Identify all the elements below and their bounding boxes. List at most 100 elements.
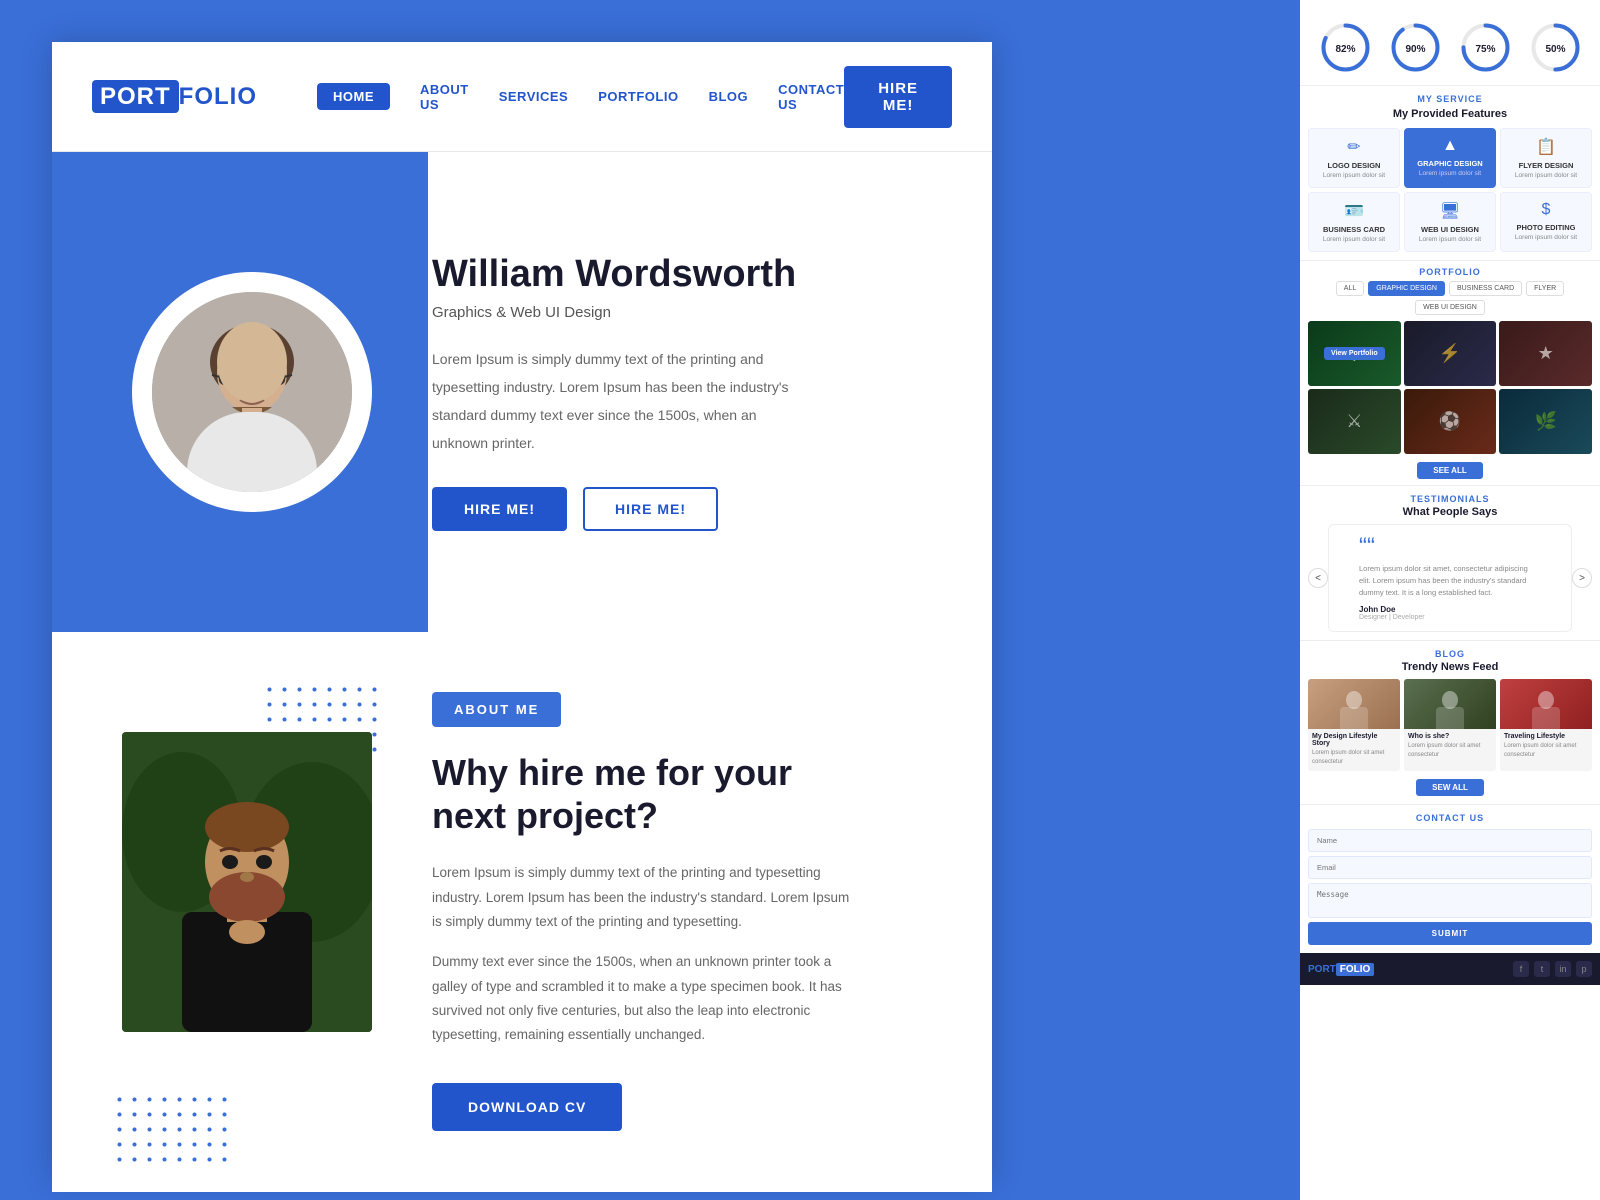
skill-circle-2: 90% (1388, 20, 1443, 75)
portfolio-icon-4: ⚔ (1346, 411, 1362, 432)
service-graphic-name: GRAPHIC DESIGN (1409, 159, 1491, 168)
about-me-badge: ABOUT ME (432, 692, 561, 727)
testimonial-quote-icon: ““ (1359, 535, 1541, 559)
contact-email-input[interactable] (1308, 856, 1592, 879)
blog-info-1: My Design Lifestyle Story Lorem ipsum do… (1308, 729, 1400, 771)
testimonial-author: John Doe (1359, 605, 1541, 614)
filter-web[interactable]: WEB UI DESIGN (1415, 300, 1485, 315)
about-section: ABOUT ME Why hire me for your next proje… (52, 632, 992, 1192)
portfolio-item-4: ⚔ (1308, 389, 1401, 454)
portfolio-section: PORTFOLIO ALL GRAPHIC DESIGN BUSINESS CA… (1300, 260, 1600, 485)
services-label: MY SERVICE (1308, 94, 1592, 104)
hire-me-outline-button[interactable]: HIRE ME! (583, 487, 718, 531)
hero-description: Lorem Ipsum is simply dummy text of the … (432, 345, 812, 457)
svg-text:75%: 75% (1475, 44, 1495, 55)
filter-biz-card[interactable]: BUSINESS CARD (1449, 281, 1522, 296)
blog-person-1 (1337, 679, 1372, 729)
blog-title: Trendy News Feed (1308, 661, 1592, 673)
nav-services[interactable]: SERVICES (499, 89, 569, 104)
social-pinterest-icon[interactable]: p (1576, 961, 1592, 977)
filter-flyer[interactable]: FLYER (1526, 281, 1564, 296)
service-flyer-desc: Lorem ipsum dolor sit (1505, 172, 1587, 179)
nav-home[interactable]: HOME (317, 83, 390, 110)
portfolio-item-1: ◆ View Portfolio (1308, 321, 1401, 386)
portfolio-grid: ◆ View Portfolio ⚡ ★ ⚔ ⚽ 🌿 (1308, 321, 1592, 454)
dots-bottom-left (112, 1092, 232, 1172)
testimonial-prev-button[interactable]: < (1308, 568, 1328, 588)
pencil-icon: ✏ (1313, 137, 1395, 157)
blog-body-1 (1340, 707, 1368, 729)
header: PORTFOLIO HOME ABOUT US SERVICES PORTFOL… (52, 42, 992, 152)
social-twitter-icon[interactable]: t (1534, 961, 1550, 977)
filter-graphic[interactable]: GRAPHIC DESIGN (1368, 281, 1445, 296)
blog-thumb-1 (1308, 679, 1400, 729)
blog-see-all: SEW ALL (1308, 777, 1592, 796)
social-linkedin-icon[interactable]: in (1555, 961, 1571, 977)
testimonial-text: Lorem ipsum dolor sit amet, consectetur … (1359, 563, 1541, 599)
skill-circle-4: 50% (1528, 20, 1583, 75)
blog-grid: My Design Lifestyle Story Lorem ipsum do… (1308, 679, 1592, 771)
about-photo-svg (122, 732, 372, 1032)
hero-subtitle: Graphics & Web UI Design (432, 304, 992, 321)
service-business-desc: Lorem ipsum dolor sit (1313, 236, 1395, 243)
right-footer: PORTFOLIO f t in p (1300, 953, 1600, 985)
testimonials-title: What People Says (1308, 506, 1592, 518)
service-business-card: 🪪 BUSINESS CARD Lorem ipsum dolor sit (1308, 192, 1400, 252)
see-all-button[interactable]: SEE ALL (1417, 462, 1482, 479)
footer-logo-highlight: FOLIO (1336, 963, 1375, 976)
service-graphic-design: ▲ GRAPHIC DESIGN Lorem ipsum dolor sit (1404, 128, 1496, 188)
testimonial-next-button[interactable]: > (1572, 568, 1592, 588)
blog-title-1: My Design Lifestyle Story (1312, 733, 1396, 747)
blog-title-3: Traveling Lifestyle (1504, 733, 1588, 740)
about-photo (122, 732, 372, 1032)
portfolio-item-6: 🌿 (1499, 389, 1592, 454)
nav-contact[interactable]: CONTACT US (778, 82, 844, 112)
logo: PORTFOLIO (92, 83, 257, 111)
service-flyer-name: FLYER DESIGN (1505, 161, 1587, 170)
portfolio-item-5: ⚽ (1404, 389, 1497, 454)
contact-name-input[interactable] (1308, 829, 1592, 852)
service-flyer-design: 📋 FLYER DESIGN Lorem ipsum dolor sit (1500, 128, 1592, 188)
blog-card-2: Who is she? Lorem ipsum dolor sit amet c… (1404, 679, 1496, 771)
nav-blog[interactable]: BLOG (709, 89, 749, 104)
nav-portfolio[interactable]: PORTFOLIO (598, 89, 678, 104)
portfolio-item-3: ★ (1499, 321, 1592, 386)
card-icon: 🪪 (1313, 201, 1395, 221)
testimonial-role: Designer | Developer (1359, 614, 1541, 621)
blog-section: BLOG Trendy News Feed My Design Lifestyl… (1300, 640, 1600, 804)
hire-me-primary-button[interactable]: HIRE ME! (432, 487, 567, 531)
blog-body-2 (1436, 707, 1464, 729)
avatar-inner (152, 292, 352, 492)
view-portfolio-button[interactable]: View Portfolio (1324, 347, 1385, 360)
portfolio-icon-3: ★ (1538, 343, 1554, 364)
contact-message-textarea[interactable] (1308, 883, 1592, 918)
social-facebook-icon[interactable]: f (1513, 961, 1529, 977)
avatar-svg (152, 292, 352, 492)
hero-name: William Wordsworth (432, 253, 992, 296)
testimonials-section: TESTIMONIALS What People Says ““ Lorem i… (1300, 485, 1600, 640)
avatar-container (132, 272, 372, 512)
blog-card-3: Traveling Lifestyle Lorem ipsum dolor si… (1500, 679, 1592, 771)
blog-see-all-button[interactable]: SEW ALL (1416, 779, 1484, 796)
portfolio-icon-5: ⚽ (1439, 411, 1461, 432)
skill-svg-1: 82% (1318, 20, 1373, 75)
service-photo-editing: $ PHOTO EDITING Lorem ipsum dolor sit (1500, 192, 1592, 252)
contact-submit-button[interactable]: SUBMIT (1308, 922, 1592, 945)
see-all-container: SEE ALL (1308, 460, 1592, 479)
blog-person-2 (1433, 679, 1468, 729)
filter-all[interactable]: ALL (1336, 281, 1364, 296)
blog-thumb-3 (1500, 679, 1592, 729)
service-web-ui: 🖥 WEB UI DESIGN Lorem ipsum dolor sit (1404, 192, 1496, 252)
service-logo-design: ✏ LOGO DESIGN Lorem ipsum dolor sit (1308, 128, 1400, 188)
svg-text:50%: 50% (1545, 44, 1565, 55)
about-text-1: Lorem Ipsum is simply dummy text of the … (432, 861, 852, 934)
download-cv-button[interactable]: DOWNLOAD CV (432, 1083, 622, 1131)
blog-label: BLOG (1308, 649, 1592, 659)
portfolio-item-2: ⚡ (1404, 321, 1497, 386)
hire-me-header-button[interactable]: HIRE ME! (844, 66, 952, 128)
service-web-name: WEB UI DESIGN (1409, 225, 1491, 234)
service-photo-desc: Lorem ipsum dolor sit (1505, 234, 1587, 241)
about-content-col: ABOUT ME Why hire me for your next proje… (432, 692, 952, 1152)
nav-about[interactable]: ABOUT US (420, 82, 469, 112)
monitor-icon: 🖥 (1409, 201, 1491, 221)
